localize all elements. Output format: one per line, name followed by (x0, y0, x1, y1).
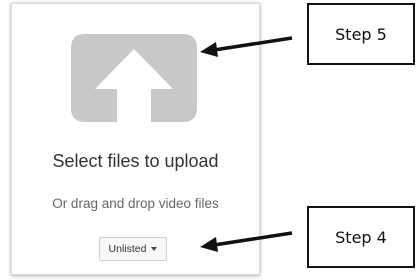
privacy-dropdown[interactable]: Unlisted (99, 237, 167, 261)
step5-callout: Step 5 (307, 3, 415, 65)
step4-label: Step 4 (335, 227, 387, 247)
privacy-dropdown-value: Unlisted (108, 243, 147, 255)
chevron-down-icon (151, 247, 158, 251)
step4-arrow-icon (200, 231, 293, 252)
upload-subtitle: Or drag and drop video files (52, 196, 219, 211)
step4-callout: Step 4 (307, 206, 415, 268)
step5-label: Step 5 (335, 24, 387, 44)
upload-title: Select files to upload (52, 151, 219, 171)
step5-arrow-icon (200, 36, 293, 57)
upload-arrow-icon[interactable] (71, 34, 197, 122)
